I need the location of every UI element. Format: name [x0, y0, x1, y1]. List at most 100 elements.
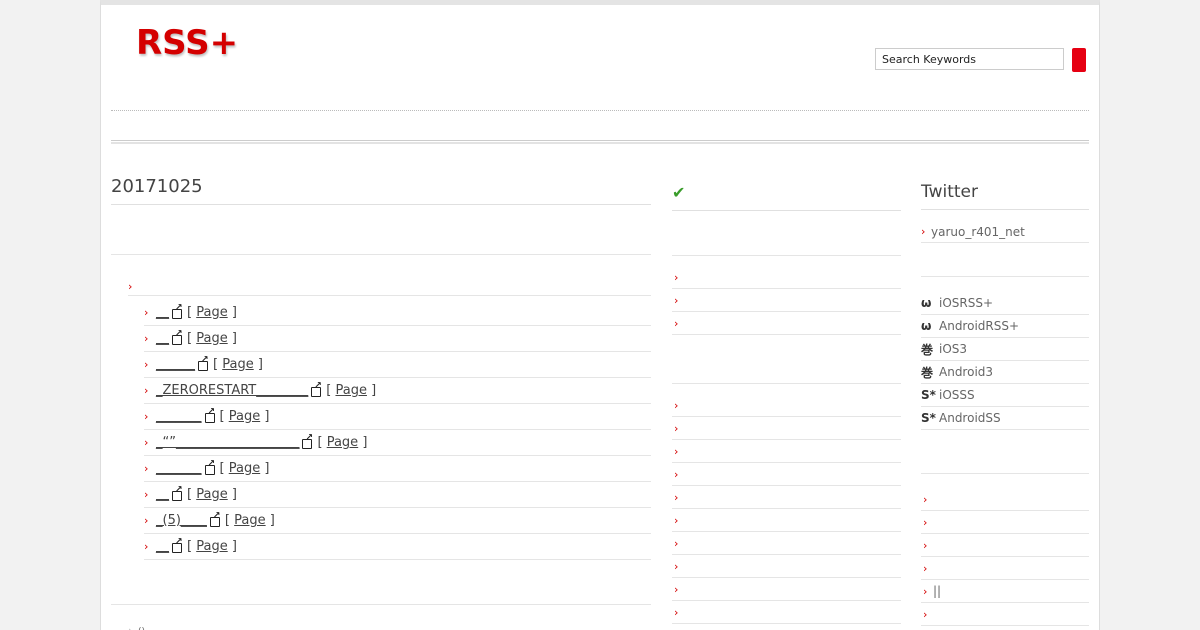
page-link[interactable]: Page — [229, 409, 260, 424]
page-link[interactable]: Page — [196, 487, 227, 502]
list-item[interactable]: › — [672, 486, 901, 509]
app-link[interactable]: 巻 iOS3 — [921, 338, 1089, 361]
section-divider — [921, 473, 1089, 474]
list-item[interactable]: › — [672, 312, 901, 335]
page-link[interactable]: Page — [222, 357, 253, 372]
list-item[interactable]: › — [672, 440, 901, 463]
external-link-icon — [209, 511, 221, 527]
list-item[interactable]: › — [672, 266, 901, 289]
app-link[interactable]: S* AndroidSS — [921, 407, 1089, 430]
omega-icon: ω — [921, 319, 932, 333]
chevron-right-icon: › — [674, 605, 679, 619]
app-link[interactable]: ω iOSRSS+ — [921, 292, 1089, 315]
article-link[interactable]: __ — [156, 331, 169, 346]
section-divider — [672, 255, 901, 256]
link-row[interactable]: ›__[ Page ] — [144, 326, 651, 352]
page-link[interactable]: Page — [335, 383, 366, 398]
article-link[interactable]: __ — [156, 539, 169, 554]
chevron-right-icon: › — [674, 421, 679, 435]
chevron-right-icon: › — [144, 488, 149, 501]
list-item[interactable]: › — [672, 532, 901, 555]
page-link[interactable]: Page — [234, 513, 265, 528]
link-row[interactable]: ›_“”___________________[ Page ] — [144, 430, 651, 456]
list-item[interactable]: › — [672, 289, 901, 312]
list-item[interactable]: › — [672, 394, 901, 417]
external-link-icon — [172, 485, 183, 501]
section-divider — [111, 254, 651, 255]
link-list: ›__[ Page ] ›__[ Page ] ›______[ Page ] … — [144, 300, 651, 560]
chevron-right-icon: › — [674, 316, 679, 330]
app-link[interactable]: ω AndroidRSS+ — [921, 315, 1089, 338]
list-item-footer[interactable]: ›() — [128, 624, 145, 630]
list-item[interactable]: › — [921, 511, 1089, 534]
app-link[interactable]: S* iOSSS — [921, 384, 1089, 407]
checkmark-icon: ✔ — [672, 183, 686, 202]
search-button[interactable] — [1072, 48, 1086, 72]
chevron-right-icon: › — [144, 436, 149, 449]
page-link[interactable]: Page — [229, 461, 260, 476]
list-item[interactable]: › — [921, 603, 1089, 626]
page-link[interactable]: Page — [196, 331, 227, 346]
list-item[interactable]: › — [672, 555, 901, 578]
list-item[interactable]: › — [921, 534, 1089, 557]
list-item[interactable]: › — [672, 463, 901, 486]
link-row[interactable]: ›_______[ Page ] — [144, 404, 651, 430]
s-star-icon: S* — [921, 411, 936, 425]
external-link-icon — [311, 381, 322, 397]
chevron-right-icon: › — [144, 462, 149, 475]
chevron-right-icon: › — [674, 490, 679, 504]
site-logo[interactable]: RSS+ — [136, 23, 238, 63]
header-divider — [111, 110, 1089, 111]
article-link[interactable]: __ — [156, 305, 169, 320]
article-link[interactable]: __ — [156, 487, 169, 502]
link-row[interactable]: ›__[ Page ] — [144, 482, 651, 508]
list-item-header[interactable]: › — [128, 275, 651, 296]
external-link-icon — [172, 303, 183, 319]
article-link[interactable]: _(5)____ — [156, 513, 207, 528]
twitter-account-link[interactable]: › yaruo_r401_net — [921, 221, 1089, 243]
list-item[interactable]: › — [921, 557, 1089, 580]
chevron-right-icon: › — [921, 225, 926, 238]
chevron-right-icon: › — [674, 513, 679, 527]
middle-list-1: › › › — [672, 266, 901, 335]
chevron-right-icon: › — [144, 332, 149, 345]
list-item[interactable]: › — [672, 601, 901, 624]
link-row[interactable]: ›_______[ Page ] — [144, 456, 651, 482]
section-divider — [111, 604, 651, 605]
list-item[interactable]: › — [921, 488, 1089, 511]
app-link[interactable]: 巻 Android3 — [921, 361, 1089, 384]
section-divider — [921, 276, 1089, 277]
external-link-icon — [204, 459, 216, 475]
link-row[interactable]: ›______[ Page ] — [144, 352, 651, 378]
section-divider — [672, 383, 901, 384]
scroll-icon: 巻 — [921, 342, 934, 357]
s-star-icon: S* — [921, 388, 936, 402]
list-item[interactable]: › — [672, 417, 901, 440]
list-item[interactable]: › — [672, 509, 901, 532]
article-link[interactable]: _ZERORESTART________ — [156, 383, 308, 398]
page-link[interactable]: Page — [196, 539, 227, 554]
link-row[interactable]: ›__[ Page ] — [144, 534, 651, 560]
search-input[interactable] — [875, 48, 1064, 70]
article-link[interactable]: ______ — [156, 357, 195, 372]
chevron-right-icon: › — [674, 293, 679, 307]
article-link[interactable]: _______ — [156, 409, 202, 424]
article-link[interactable]: _“”___________________ — [156, 435, 299, 450]
page-link[interactable]: Page — [327, 435, 358, 450]
list-item[interactable]: › — [672, 578, 901, 601]
list-item[interactable]: › || — [921, 580, 1089, 603]
link-row[interactable]: ›_ZERORESTART________[ Page ] — [144, 378, 651, 404]
chevron-right-icon: › — [923, 561, 928, 575]
page-container: RSS+ 20171025 › ›__[ Page ] ›__[ Page ] … — [100, 0, 1100, 630]
list-item[interactable]: › — [921, 626, 1089, 630]
chevron-right-icon: › — [674, 270, 679, 284]
chevron-right-icon: › — [144, 358, 149, 371]
external-link-icon — [172, 537, 183, 553]
chevron-right-icon: › — [923, 607, 928, 621]
page-link[interactable]: Page — [196, 305, 227, 320]
link-row[interactable]: ›_(5)____[ Page ] — [144, 508, 651, 534]
article-link[interactable]: _______ — [156, 461, 202, 476]
scroll-icon: 巻 — [921, 365, 934, 380]
link-row[interactable]: ›__[ Page ] — [144, 300, 651, 326]
chevron-right-icon: › — [128, 624, 138, 630]
